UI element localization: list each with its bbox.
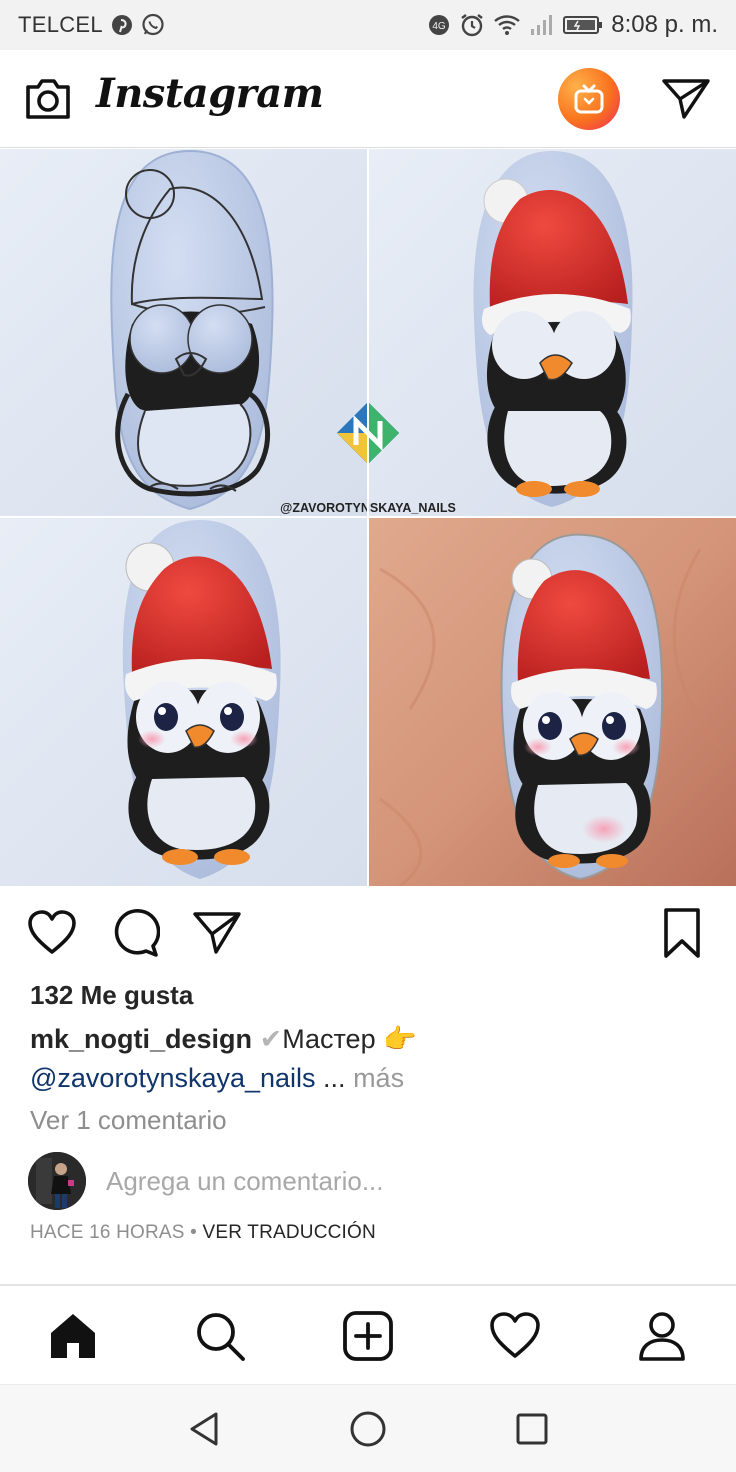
share-icon[interactable] [190, 906, 244, 960]
translate-link[interactable]: VER TRADUCCIÓN [202, 1222, 375, 1243]
tab-bar [0, 1286, 736, 1384]
pinterest-icon [111, 14, 133, 36]
avatar[interactable] [28, 1152, 86, 1210]
check-emoji: ✔ [259, 1024, 283, 1054]
post-timestamp: HACE 16 HORAS [30, 1222, 185, 1243]
igtv-icon[interactable] [558, 68, 620, 130]
nail-painted-2 [473, 151, 633, 507]
comment-input[interactable] [106, 1166, 666, 1197]
meta-separator: • [184, 1222, 203, 1243]
add-comment-row [28, 1152, 718, 1212]
nail-on-finger [500, 533, 664, 881]
signal-icon [529, 13, 555, 37]
status-right: 4G 8:08 p. m. [427, 11, 718, 39]
more-link[interactable]: más [346, 1063, 404, 1093]
activity-icon[interactable] [487, 1308, 543, 1364]
like-count[interactable]: 132 Me gusta [30, 980, 193, 1011]
caption-username[interactable]: mk_nogti_design [30, 1024, 252, 1054]
status-bar: TELCEL 4G 8:08 p. m. [0, 0, 736, 50]
whatsapp-icon [141, 13, 165, 37]
post-image[interactable]: @ZAVOROTYNSKAYA_NAILS [0, 149, 736, 886]
caption-ellipsis: ... [315, 1063, 346, 1093]
camera-icon[interactable] [22, 73, 74, 125]
wifi-icon [493, 13, 521, 37]
nail-painted-3 [122, 520, 281, 879]
profile-icon[interactable] [634, 1308, 690, 1364]
data-icon: 4G [427, 13, 451, 37]
bookmark-icon[interactable] [655, 906, 709, 960]
caption-mention[interactable]: @zavorotynskaya_nails [30, 1063, 316, 1093]
post-meta: HACE 16 HORAS • VER TRADUCCIÓN [30, 1222, 376, 1244]
home-circle-icon[interactable] [344, 1405, 392, 1453]
back-icon[interactable] [180, 1405, 228, 1453]
android-nav-bar [0, 1384, 736, 1472]
heart-icon[interactable] [25, 906, 79, 960]
app-header: Instagram [0, 50, 736, 148]
new-post-icon[interactable] [340, 1308, 396, 1364]
svg-text:4G: 4G [433, 21, 447, 32]
recents-icon[interactable] [508, 1405, 556, 1453]
alarm-icon [459, 12, 485, 38]
direct-send-icon[interactable] [660, 75, 712, 123]
battery-icon [563, 14, 603, 36]
caption-text: Мастер [282, 1024, 376, 1054]
caption-line-1: mk_nogti_design ✔Мастер 👉 [30, 1020, 720, 1059]
comment-icon[interactable] [108, 906, 162, 960]
view-comments-link[interactable]: Ver 1 comentario [30, 1105, 227, 1136]
clock: 8:08 p. m. [611, 11, 718, 38]
home-icon[interactable] [45, 1308, 101, 1364]
carrier-label: TELCEL [18, 12, 103, 37]
instagram-logo[interactable]: Instagram [96, 70, 324, 117]
nail-sketch [110, 149, 274, 511]
search-icon[interactable] [192, 1308, 248, 1364]
status-left: TELCEL [18, 12, 165, 38]
caption-line-2: @zavorotynskaya_nails ... más [30, 1059, 720, 1098]
caption: mk_nogti_design ✔Мастер 👉 @zavorotynskay… [30, 1020, 720, 1098]
pointing-emoji: 👉 [383, 1024, 417, 1054]
post-actions [0, 900, 736, 964]
